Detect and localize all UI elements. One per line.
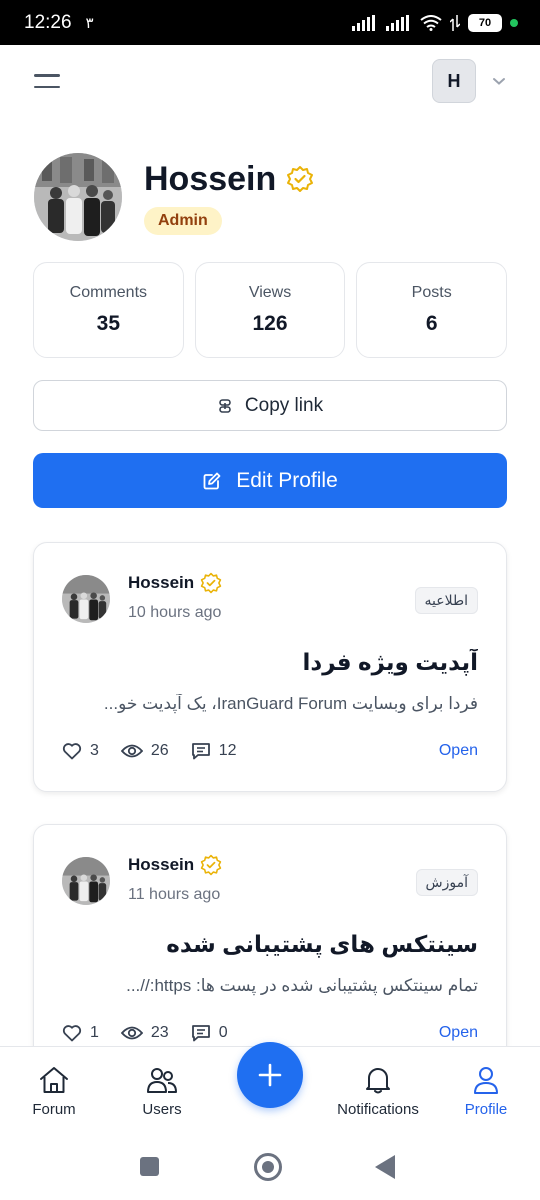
author-avatar — [62, 575, 110, 623]
post-time: 11 hours ago — [128, 886, 221, 903]
nav-item-notifications[interactable]: Notifications — [323, 1065, 433, 1118]
stat-views: Views 126 — [194, 262, 346, 358]
open-post-link[interactable]: Open — [439, 742, 478, 760]
create-post-button[interactable] — [237, 1042, 303, 1108]
stat-value: 126 — [252, 312, 288, 335]
likes-metric[interactable]: 3 — [62, 742, 99, 760]
users-icon — [147, 1068, 177, 1093]
nav-item-profile[interactable]: Profile — [431, 1065, 540, 1118]
battery-level: 70 — [478, 16, 492, 29]
profile-stats: Comments 35 Views 126 Posts 6 — [33, 262, 508, 358]
views-count: 26 — [150, 742, 169, 759]
wifi-icon — [420, 14, 442, 31]
post-card[interactable]: Hossein 11 hours ago آموزش سینتکس های پش… — [33, 824, 507, 1046]
post-title[interactable]: آپدیت ویژه فردا — [62, 649, 478, 676]
status-notification-count: ۳ — [85, 14, 94, 32]
eye-icon — [120, 744, 143, 758]
comments-count: 12 — [218, 742, 237, 759]
stat-comments: Comments 35 — [33, 262, 184, 358]
post-author[interactable]: Hossein — [128, 855, 194, 875]
comment-icon — [191, 1025, 210, 1042]
profile-photo — [34, 153, 122, 241]
stat-label: Views — [248, 284, 292, 301]
bottom-navigation: Forum Users Notifications Profile — [0, 1042, 540, 1130]
comments-metric[interactable]: 0 — [191, 1024, 228, 1042]
author-avatar — [62, 857, 110, 905]
copy-link-label: Copy link — [244, 394, 324, 416]
nav-label: Profile — [464, 1101, 508, 1118]
verified-badge-icon — [200, 572, 222, 594]
profile-name: Hossein — [144, 159, 277, 198]
stat-posts: Posts 6 — [356, 262, 508, 358]
views-metric: 26 — [120, 742, 169, 760]
menu-icon[interactable] — [34, 71, 60, 91]
views-metric: 23 — [120, 1024, 169, 1042]
chevron-down-icon[interactable] — [492, 76, 506, 86]
back-icon[interactable] — [375, 1155, 395, 1179]
user-icon — [474, 1067, 498, 1094]
likes-metric[interactable]: 1 — [62, 1024, 99, 1042]
stat-label: Posts — [411, 284, 452, 301]
heart-icon — [62, 743, 82, 760]
status-bar: 12:26 ۳ 70 — [0, 0, 540, 45]
nav-item-forum[interactable]: Forum — [0, 1065, 109, 1118]
hotspot-icon — [450, 14, 460, 31]
role-badge: Admin — [144, 206, 222, 235]
account-menu[interactable]: H — [432, 59, 506, 103]
edit-profile-label: Edit Profile — [236, 468, 338, 492]
system-navigation-bar — [0, 1130, 540, 1200]
plus-icon — [258, 1063, 282, 1087]
post-category-tag: اطلاعیه — [414, 587, 478, 614]
eye-icon — [120, 1026, 143, 1040]
stat-value: 6 — [425, 312, 438, 335]
pencil-icon — [203, 472, 221, 489]
copy-link-button[interactable]: Copy link — [33, 380, 507, 431]
comments-count: 0 — [218, 1024, 228, 1041]
post-excerpt: تمام سینتکس پشتیبانی شده در پست ها: http… — [126, 976, 478, 995]
nav-label: Users — [142, 1101, 182, 1118]
likes-count: 3 — [90, 742, 99, 759]
privacy-indicator-dot — [510, 18, 518, 27]
battery-icon: 70 — [468, 13, 502, 32]
nav-label: Forum — [32, 1101, 76, 1118]
views-count: 23 — [150, 1024, 169, 1041]
comments-metric[interactable]: 12 — [191, 742, 237, 760]
signal-icon — [352, 14, 375, 31]
post-time: 10 hours ago — [128, 604, 222, 621]
open-post-link[interactable]: Open — [439, 1024, 478, 1042]
post-card[interactable]: Hossein 10 hours ago اطلاعیه آپدیت ویژه … — [33, 542, 507, 792]
app-header: H — [0, 45, 540, 117]
post-category-tag: آموزش — [415, 869, 478, 896]
stat-value: 35 — [96, 312, 121, 335]
home-icon — [40, 1067, 68, 1093]
signal-icon-2 — [386, 14, 409, 31]
heart-icon — [62, 1025, 82, 1042]
avatar[interactable]: H — [432, 59, 476, 103]
profile-header: Hossein Admin — [34, 152, 506, 242]
verified-badge-icon — [200, 854, 222, 876]
post-excerpt: فردا برای وبسایت IranGuard Forum، یک آپد… — [103, 694, 478, 713]
nav-label: Notifications — [337, 1101, 419, 1118]
nav-item-users[interactable]: Users — [107, 1065, 217, 1118]
edit-profile-button[interactable]: Edit Profile — [33, 453, 507, 508]
recents-icon[interactable] — [140, 1157, 159, 1176]
link-icon — [219, 398, 231, 413]
stat-label: Comments — [69, 284, 148, 301]
status-time: 12:26 — [24, 11, 72, 33]
home-button-icon[interactable] — [254, 1153, 282, 1181]
posts-list[interactable]: Hossein 10 hours ago اطلاعیه آپدیت ویژه … — [0, 540, 540, 1046]
likes-count: 1 — [90, 1024, 99, 1041]
bell-icon — [366, 1068, 390, 1094]
post-title[interactable]: سینتکس های پشتیبانی شده — [62, 931, 478, 958]
post-author[interactable]: Hossein — [128, 573, 194, 593]
comment-icon — [191, 743, 210, 760]
verified-badge-icon — [287, 166, 314, 192]
